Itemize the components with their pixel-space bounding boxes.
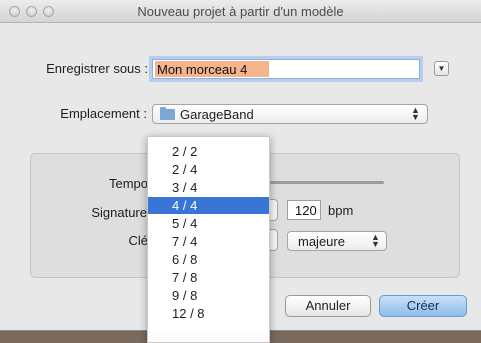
- tempo-field[interactable]: [287, 200, 321, 220]
- location-label: Emplacement :: [60, 106, 147, 121]
- signature-option[interactable]: 7 / 8: [148, 269, 269, 286]
- signature-option[interactable]: 5 / 4: [148, 215, 269, 232]
- tempo-unit: bpm: [328, 203, 354, 218]
- title-bar: Nouveau projet à partir d'un modèle: [0, 0, 481, 23]
- signature-option-selected[interactable]: 4 / 4: [148, 197, 269, 214]
- signature-option[interactable]: 7 / 4: [148, 233, 269, 250]
- tempo-label: Tempo: [108, 176, 148, 191]
- key-label: Clé: [128, 233, 148, 248]
- signature-option[interactable]: 6 / 8: [148, 251, 269, 268]
- updown-arrows-icon: ▲ ▼: [371, 232, 380, 249]
- signature-label: Signature: [91, 205, 147, 220]
- expand-dialog-button[interactable]: ▼: [434, 61, 449, 76]
- location-popup[interactable]: GarageBand ▲ ▼: [152, 104, 428, 124]
- updown-arrows-icon: ▲ ▼: [411, 105, 420, 122]
- signature-option[interactable]: 9 / 8: [148, 287, 269, 304]
- project-name-input[interactable]: [155, 61, 269, 77]
- signature-option[interactable]: 2 / 4: [148, 161, 269, 178]
- chevron-down-icon: ▼: [437, 64, 446, 73]
- tempo-input[interactable]: [288, 201, 320, 219]
- mode-popup[interactable]: majeure ▲ ▼: [287, 231, 387, 251]
- save-as-label: Enregistrer sous :: [46, 61, 148, 76]
- signature-option[interactable]: 3 / 4: [148, 179, 269, 196]
- tempo-slider[interactable]: [270, 181, 384, 184]
- create-button[interactable]: Créer: [379, 295, 467, 317]
- project-name-field[interactable]: [152, 59, 420, 79]
- location-value: GarageBand: [180, 107, 254, 122]
- signature-option[interactable]: 12 / 8: [148, 305, 269, 322]
- window-title: Nouveau projet à partir d'un modèle: [137, 4, 344, 19]
- mode-value: majeure: [298, 234, 345, 249]
- signature-menu: 2 / 2 2 / 4 3 / 4 4 / 4 5 / 4 7 / 4 6 / …: [147, 136, 270, 343]
- signature-option[interactable]: 2 / 2: [148, 143, 269, 160]
- folder-icon: [160, 107, 175, 120]
- cancel-button[interactable]: Annuler: [285, 295, 371, 317]
